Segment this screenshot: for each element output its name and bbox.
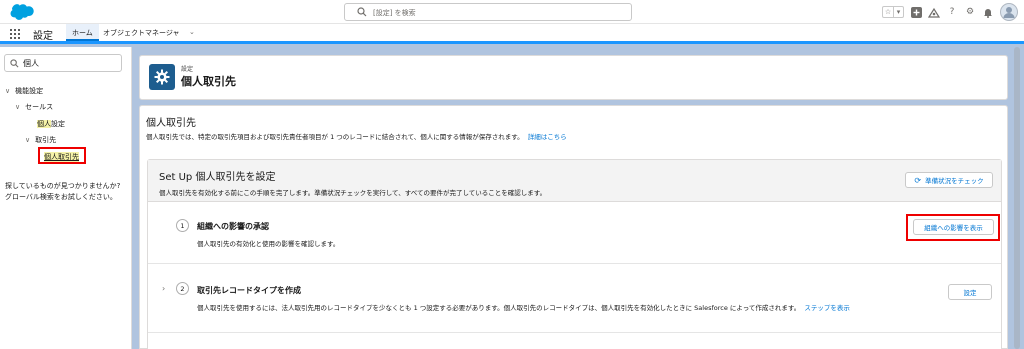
step-number-1: 1: [176, 219, 189, 232]
step-2-settings-button[interactable]: 設定: [948, 284, 992, 300]
setup-steps-section: Set Up 個人取引先を設定 個人取引先を有効化する前にこの手順を完了します。…: [147, 159, 1002, 349]
step-divider: [148, 332, 1001, 333]
main-content-card: 個人取引先 個人取引先では、特定の取引先項目および取引先責任者項目が 1 つのレ…: [139, 105, 1008, 349]
favorites-group[interactable]: ☆ ▾: [882, 6, 904, 18]
trailhead-icon[interactable]: [928, 6, 940, 18]
setup-gear-icon: [149, 64, 175, 90]
page-title: 個人取引先: [181, 75, 236, 88]
setup-section-description: 個人取引先を有効化する前にこの手順を完了します。準備状況チェックを実行して、すべ…: [159, 189, 547, 197]
tab-home[interactable]: ホーム: [66, 24, 99, 41]
refresh-icon: ⟳: [914, 175, 922, 185]
setup-section-header: Set Up 個人取引先を設定 個人取引先を有効化する前にこの手順を完了します。…: [148, 160, 1001, 202]
gear-icon[interactable]: ⚙: [964, 6, 976, 18]
step-2-description: 個人取引先を使用するには、法人取引先用のレコードタイプを少なくとも 1 つ設定す…: [197, 304, 850, 312]
step-2-title: 取引先レコードタイプを作成: [197, 286, 301, 295]
quick-find-value: 個人: [23, 59, 39, 68]
setup-section-title: Set Up 個人取引先を設定: [159, 172, 276, 183]
readiness-check-button[interactable]: ⟳ 準備状況をチェック: [905, 172, 993, 188]
help-icon[interactable]: ?: [946, 6, 958, 18]
tree-group-sales[interactable]: ∨ セールス: [15, 102, 53, 112]
global-header: [設定] を検索 ☆ ▾ ? ⚙: [0, 0, 1024, 24]
add-icon[interactable]: [910, 6, 922, 18]
tab-object-manager[interactable]: オブジェクトマネージャ: [103, 28, 180, 38]
learn-more-link[interactable]: 詳細はこちら: [528, 133, 567, 141]
tree-item-person-accounts[interactable]: 個人取引先: [38, 147, 86, 164]
chevron-down-icon: ∨: [5, 87, 11, 95]
setup-page-header: 設定 個人取引先: [139, 55, 1008, 100]
view-steps-link[interactable]: ステップを表示: [804, 304, 850, 312]
tab-dropdown-chevron-icon[interactable]: ⌄: [189, 28, 195, 36]
content-description: 個人取引先では、特定の取引先項目および取引先責任者項目が 1 つのレコードに結合…: [146, 133, 567, 141]
view-org-impact-button[interactable]: 組織への影響を表示: [913, 219, 994, 235]
step-divider: [148, 263, 1001, 264]
salesforce-logo[interactable]: [6, 3, 38, 21]
star-icon[interactable]: ☆: [883, 7, 893, 17]
page-scrollbar[interactable]: [1014, 47, 1020, 349]
app-launcher-icon[interactable]: [10, 29, 20, 39]
step-1-description: 個人取引先の有効化と使用の影響を確認します。: [197, 240, 340, 248]
setup-sidebar: 個人 ∨ 機能設定 ∨ セールス 個人設定 ∨ 取引先 個人取引先 探しているものが見…: [0, 47, 132, 349]
tree-group-accounts[interactable]: ∨ 取引先: [25, 135, 56, 145]
setup-label: 設定: [181, 66, 194, 73]
global-search-input[interactable]: [設定] を検索: [344, 3, 632, 21]
step-number-2: 2: [176, 282, 189, 295]
search-placeholder: [設定] を検索: [373, 9, 416, 17]
header-utility-icons: ☆ ▾ ? ⚙: [882, 3, 1018, 21]
search-icon: [10, 59, 19, 68]
chevron-right-icon[interactable]: ›: [162, 284, 165, 293]
impact-button-highlight: 組織への影響を表示: [906, 214, 1000, 241]
quick-find-input[interactable]: 個人: [4, 54, 122, 72]
step-1-title: 組織への影響の承認: [197, 222, 269, 231]
chevron-down-icon: ∨: [15, 103, 21, 111]
tree-item-person-settings[interactable]: 個人設定: [37, 119, 65, 129]
chevron-down-icon: ∨: [25, 136, 31, 144]
app-navigation-bar: 設定 ホーム オブジェクトマネージャ ⌄: [0, 24, 1024, 44]
notification-bell-icon[interactable]: [982, 6, 994, 18]
tree-section-feature-settings[interactable]: ∨ 機能設定: [5, 86, 43, 96]
content-title: 個人取引先: [146, 118, 196, 129]
app-name: 設定: [33, 31, 53, 42]
chevron-down-icon[interactable]: ▾: [893, 7, 903, 17]
user-avatar[interactable]: [1000, 3, 1018, 21]
help-text: 探しているものが見つかりませんか? グローバル検索をお試しください。: [5, 182, 121, 201]
search-icon: [357, 7, 367, 17]
